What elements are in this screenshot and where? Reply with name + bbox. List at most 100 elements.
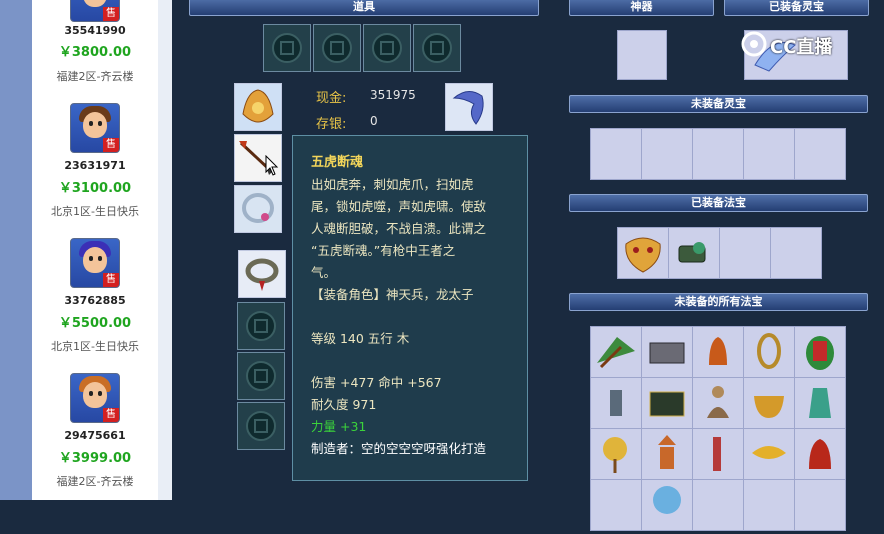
sell-badge: 售 xyxy=(103,7,119,21)
spirit-slot[interactable] xyxy=(692,128,744,180)
fan-icon xyxy=(597,337,635,369)
treasure-slot[interactable] xyxy=(617,227,669,279)
red-bell-icon xyxy=(809,439,831,469)
spirit-slot[interactable] xyxy=(641,128,693,180)
tooltip-damage: 伤害 +477 命中 +567 xyxy=(311,375,442,390)
treasure-slot[interactable] xyxy=(794,377,846,429)
pagoda-icon xyxy=(658,435,676,469)
sell-badge: 售 xyxy=(103,408,119,422)
vase-icon xyxy=(809,388,831,418)
treasure-slot[interactable] xyxy=(590,479,642,531)
inventory-slot[interactable] xyxy=(237,352,285,400)
treasure-slot[interactable] xyxy=(692,377,744,429)
bell-icon xyxy=(709,337,727,365)
spirit-slot[interactable] xyxy=(743,128,795,180)
tooltip-desc-line: 人魂断胆破，不战自溃。此谓之 xyxy=(311,221,487,236)
armor-icon xyxy=(452,91,484,125)
jade-box-icon xyxy=(678,242,706,263)
sell-badge: 售 xyxy=(103,138,119,152)
watermark: CC直播 xyxy=(740,30,858,60)
sell-badge: 售 xyxy=(103,273,119,287)
crystal-icon xyxy=(653,486,681,514)
treasure-slot[interactable] xyxy=(743,428,795,480)
equipped-spirit-header: 已装备灵宝 xyxy=(724,0,869,16)
avatar[interactable]: 售 xyxy=(70,238,120,288)
artifact-slot[interactable] xyxy=(617,30,667,80)
listing-server[interactable]: 北京1区-生日快乐 xyxy=(32,338,158,354)
tooltip-durability: 耐久度 971 xyxy=(311,397,377,412)
treasure-slot[interactable] xyxy=(641,377,693,429)
spirit-slot[interactable] xyxy=(794,128,846,180)
treasure-slot[interactable] xyxy=(590,377,642,429)
cursor-icon xyxy=(265,155,279,176)
helmet-icon xyxy=(242,89,274,123)
avatar[interactable]: 售 xyxy=(70,103,120,153)
listing-id: 23631971 xyxy=(64,159,126,172)
treasure-slot[interactable] xyxy=(692,479,744,531)
treasure-slot[interactable] xyxy=(692,428,744,480)
equip-necklace[interactable] xyxy=(234,185,282,233)
listing-price: ￥3100.00 xyxy=(58,181,132,196)
tooltip-desc-line: 气。 xyxy=(311,265,337,280)
listing-price: ￥3800.00 xyxy=(58,45,132,60)
scrollbar[interactable] xyxy=(158,0,172,500)
figure-icon xyxy=(707,386,729,418)
inventory-slot[interactable] xyxy=(237,302,285,350)
left-margin xyxy=(0,0,32,500)
spirit-slot[interactable] xyxy=(590,128,642,180)
listing-price: ￥3999.00 xyxy=(58,451,132,466)
inventory-slot[interactable] xyxy=(413,24,461,72)
ribbon-icon xyxy=(752,446,786,459)
opera-mask-icon xyxy=(806,336,834,370)
treasure-slot[interactable] xyxy=(794,326,846,378)
dark-chest-icon xyxy=(649,391,685,417)
unequipped-spirit-header: 未装备灵宝 xyxy=(569,95,868,113)
treasure-slot[interactable] xyxy=(590,326,642,378)
listing-price: ￥5500.00 xyxy=(58,316,132,331)
inventory-slot[interactable] xyxy=(313,24,361,72)
treasure-slot[interactable] xyxy=(692,326,744,378)
treasure-slot[interactable] xyxy=(668,227,720,279)
tooltip-maker: 制造者：空的空空空呀强化打造 xyxy=(311,441,487,456)
listing-server[interactable]: 福建2区-齐云楼 xyxy=(32,473,158,489)
treasure-slot[interactable] xyxy=(590,428,642,480)
avatar[interactable]: 售 xyxy=(70,0,120,22)
deposit-value: 0 xyxy=(370,114,378,128)
treasure-slot[interactable] xyxy=(641,326,693,378)
avatar[interactable]: 售 xyxy=(70,373,120,423)
inventory-slot[interactable] xyxy=(263,24,311,72)
equip-armor[interactable] xyxy=(445,83,493,131)
treasure-slot[interactable] xyxy=(770,227,822,279)
treasure-slot[interactable] xyxy=(794,428,846,480)
inventory-slot[interactable] xyxy=(363,24,411,72)
tooltip-desc-line: 尾，锁如虎噬，声如虎啸。使敌 xyxy=(311,199,487,214)
treasure-slot[interactable] xyxy=(743,326,795,378)
listing-id: 33762885 xyxy=(64,294,126,307)
listing-server[interactable]: 福建2区-齐云楼 xyxy=(32,68,158,84)
necklace-icon xyxy=(242,193,274,223)
treasure-slot[interactable] xyxy=(641,428,693,480)
listing-server[interactable]: 北京1区-生日快乐 xyxy=(32,203,158,219)
belt-icon xyxy=(245,258,279,291)
tooltip-desc-line: 出如虎奔，刺如虎爪，扫如虎 xyxy=(311,177,474,192)
deposit-label: 存银: xyxy=(316,117,347,132)
cash-label: 现金: xyxy=(316,91,347,106)
chain-icon xyxy=(757,333,781,369)
listing-id: 35541990 xyxy=(64,24,126,37)
feather-fan-icon xyxy=(603,437,627,473)
unequipped-treasure-header: 未装备的所有法宝 xyxy=(569,293,868,311)
treasure-slot[interactable] xyxy=(794,479,846,531)
equip-belt[interactable] xyxy=(238,250,286,298)
tooltip-role: 【装备角色】神天兵，龙太子 xyxy=(311,287,474,302)
treasure-slot[interactable] xyxy=(719,227,771,279)
tooltip-item-name: 五虎断魂 xyxy=(311,155,364,170)
inventory-slot[interactable] xyxy=(237,402,285,450)
cc-logo-icon xyxy=(741,31,767,57)
watermark-text: CC直播 xyxy=(770,37,833,58)
item-tooltip: 五虎断魂 出如虎奔，刺如虎爪，扫如虎 尾，锁如虎噬，声如虎啸。使敌 人魂断胆破，… xyxy=(292,135,528,481)
treasure-slot[interactable] xyxy=(743,479,795,531)
treasure-slot[interactable] xyxy=(641,479,693,531)
treasure-slot[interactable] xyxy=(743,377,795,429)
equip-helmet[interactable] xyxy=(234,83,282,131)
artifact-header: 神器 xyxy=(569,0,714,16)
